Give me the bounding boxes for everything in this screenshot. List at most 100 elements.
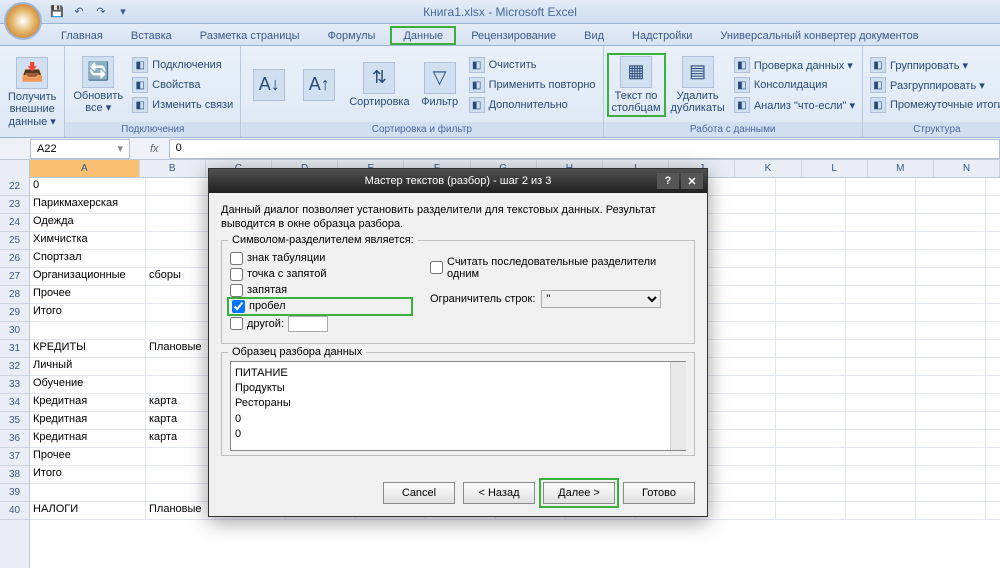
redo-icon[interactable]: ↷ xyxy=(92,3,110,21)
cell[interactable]: Организационные xyxy=(30,268,146,286)
ribbon-small-button[interactable]: ◧Анализ "что-если" ▾ xyxy=(731,96,858,114)
cell[interactable] xyxy=(706,358,776,376)
ribbon-small-button[interactable]: ◧Группировать ▾ xyxy=(867,56,1000,74)
cell[interactable] xyxy=(916,178,986,196)
delimiter-space[interactable]: пробел xyxy=(230,300,410,313)
row-header[interactable]: 36 xyxy=(0,430,29,448)
fx-icon[interactable]: fx xyxy=(150,143,159,155)
ribbon-small-button[interactable]: ◧Дополнительно xyxy=(466,96,599,114)
cell[interactable] xyxy=(776,358,846,376)
row-header[interactable]: 32 xyxy=(0,358,29,376)
cell[interactable]: Итого xyxy=(30,304,146,322)
ribbon-button[interactable]: 🔄Обновитьвсе ▾ xyxy=(69,54,127,116)
cell[interactable] xyxy=(776,178,846,196)
row-header[interactable]: 22 xyxy=(0,178,29,196)
cell[interactable] xyxy=(706,466,776,484)
cell[interactable] xyxy=(146,484,216,502)
cell[interactable] xyxy=(146,286,216,304)
cell[interactable]: НАЛОГИ xyxy=(30,502,146,520)
ribbon-button[interactable]: A↓ xyxy=(245,67,293,103)
cell[interactable] xyxy=(916,394,986,412)
row-header[interactable]: 35 xyxy=(0,412,29,430)
cell[interactable] xyxy=(146,322,216,340)
tab-универсальный-конвертер-документов[interactable]: Универсальный конвертер документов xyxy=(707,26,931,45)
cell[interactable] xyxy=(846,466,916,484)
row-header[interactable]: 37 xyxy=(0,448,29,466)
cell[interactable]: карта xyxy=(146,394,216,412)
column-header[interactable]: B xyxy=(140,160,206,177)
tab-вид[interactable]: Вид xyxy=(571,26,617,45)
cell[interactable] xyxy=(776,340,846,358)
back-button[interactable]: < Назад xyxy=(463,482,535,504)
delimiter-comma[interactable]: запятая xyxy=(230,284,410,297)
office-button[interactable] xyxy=(4,2,42,40)
cell[interactable] xyxy=(30,484,146,502)
ribbon-button[interactable]: ▦Текст постолбцам xyxy=(608,54,665,116)
cell[interactable] xyxy=(916,466,986,484)
row-header[interactable]: 29 xyxy=(0,304,29,322)
tab-данные[interactable]: Данные xyxy=(390,26,456,45)
consecutive-delimiters[interactable]: Считать последовательные разделители одн… xyxy=(430,256,686,280)
cell[interactable] xyxy=(916,322,986,340)
tab-главная[interactable]: Главная xyxy=(48,26,116,45)
cell[interactable] xyxy=(146,232,216,250)
cell[interactable] xyxy=(776,466,846,484)
cell[interactable] xyxy=(986,322,1000,340)
column-header[interactable]: N xyxy=(934,160,1000,177)
cell[interactable] xyxy=(846,304,916,322)
cell[interactable] xyxy=(846,358,916,376)
column-header[interactable]: K xyxy=(735,160,801,177)
cell[interactable]: карта xyxy=(146,412,216,430)
column-header[interactable]: M xyxy=(868,160,934,177)
cell[interactable] xyxy=(986,304,1000,322)
formula-input[interactable]: 0 xyxy=(169,139,1000,159)
cell[interactable] xyxy=(846,448,916,466)
cell[interactable] xyxy=(986,466,1000,484)
cell[interactable] xyxy=(846,232,916,250)
cancel-button[interactable]: Cancel xyxy=(383,482,455,504)
cell[interactable] xyxy=(916,214,986,232)
cell[interactable] xyxy=(916,250,986,268)
cell[interactable] xyxy=(706,340,776,358)
cell[interactable]: Парикмахерская xyxy=(30,196,146,214)
cell[interactable] xyxy=(916,304,986,322)
row-header[interactable]: 30 xyxy=(0,322,29,340)
cell[interactable] xyxy=(706,268,776,286)
cell[interactable]: Плановые xyxy=(146,502,216,520)
cell[interactable] xyxy=(916,430,986,448)
cell[interactable] xyxy=(846,484,916,502)
cell[interactable] xyxy=(146,466,216,484)
cell[interactable] xyxy=(146,358,216,376)
row-header[interactable]: 33 xyxy=(0,376,29,394)
cell[interactable]: Плановые xyxy=(146,340,216,358)
tab-надстройки[interactable]: Надстройки xyxy=(619,26,705,45)
cell[interactable] xyxy=(916,232,986,250)
cell[interactable] xyxy=(916,448,986,466)
cell[interactable] xyxy=(846,502,916,520)
name-box-dropdown-icon[interactable]: ▾ xyxy=(117,142,123,155)
cell[interactable]: Кредитная xyxy=(30,412,146,430)
cell[interactable] xyxy=(776,304,846,322)
cell[interactable]: Личный xyxy=(30,358,146,376)
ribbon-small-button[interactable]: ◧Проверка данных ▾ xyxy=(731,56,858,74)
cell[interactable] xyxy=(916,412,986,430)
ribbon-small-button[interactable]: ◧Изменить связи xyxy=(129,96,236,114)
cell[interactable] xyxy=(706,250,776,268)
next-button[interactable]: Далее > xyxy=(543,482,615,504)
cell[interactable]: Одежда xyxy=(30,214,146,232)
cell[interactable]: КРЕДИТЫ xyxy=(30,340,146,358)
cell[interactable] xyxy=(846,250,916,268)
cell[interactable] xyxy=(846,286,916,304)
cell[interactable] xyxy=(986,340,1000,358)
cell[interactable] xyxy=(706,214,776,232)
row-header[interactable]: 34 xyxy=(0,394,29,412)
cell[interactable] xyxy=(986,448,1000,466)
cell[interactable] xyxy=(776,394,846,412)
cell[interactable]: Итого xyxy=(30,466,146,484)
cell[interactable]: сборы xyxy=(146,268,216,286)
cell[interactable] xyxy=(776,232,846,250)
cell[interactable] xyxy=(986,394,1000,412)
cell[interactable] xyxy=(986,250,1000,268)
cell[interactable] xyxy=(986,484,1000,502)
cell[interactable] xyxy=(986,430,1000,448)
